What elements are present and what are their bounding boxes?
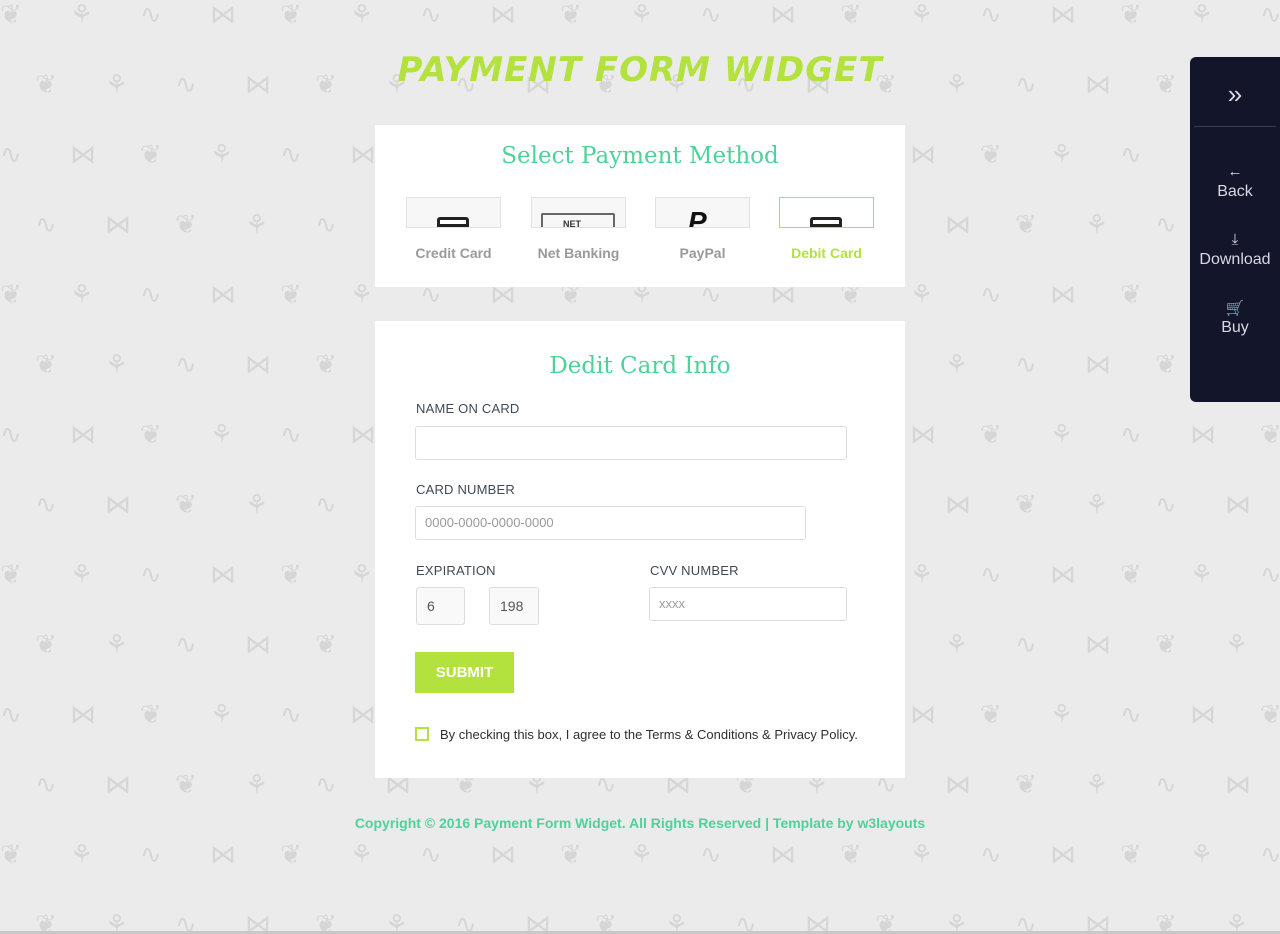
card-info-heading: Dedit Card Info	[549, 353, 731, 379]
footer-copyright: Copyright © 2016 Payment Form Widget. Al…	[354, 815, 926, 831]
terms-checkbox[interactable]	[415, 727, 429, 741]
paypal-icon: P	[655, 197, 750, 228]
method-debit-card[interactable]: Debit Card	[779, 197, 874, 261]
arrow-left-icon: ←	[1227, 163, 1243, 180]
card-number-input[interactable]: 0000-0000-0000-0000	[415, 506, 806, 540]
card-info-form: Dedit Card Info NAME ON CARD CARD NUMBER…	[375, 321, 905, 778]
net-banking-icon: NET	[531, 197, 626, 228]
side-download-button[interactable]: ⤓ Download	[1190, 231, 1280, 269]
method-label: PayPal	[679, 245, 726, 261]
payment-method-card: Select Payment Method Credit Card NET Ne…	[375, 125, 905, 287]
terms-text: By checking this box, I agree to the Ter…	[440, 727, 858, 742]
method-paypal[interactable]: P PayPal	[655, 197, 750, 261]
side-buy-label: Buy	[1221, 319, 1249, 336]
payment-method-list: Credit Card NET Net Banking P PayPal Deb…	[406, 197, 874, 267]
debit-card-icon	[779, 197, 874, 228]
expiration-year-input[interactable]: 198	[489, 587, 539, 625]
payment-method-heading: Select Payment Method	[501, 143, 779, 169]
side-panel: » ← Back ⤓ Download 🛒 Buy	[1190, 57, 1280, 402]
side-back-label: Back	[1217, 183, 1253, 200]
expiration-month-input[interactable]: 6	[416, 587, 465, 625]
method-label: Net Banking	[537, 245, 620, 261]
card-number-label: CARD NUMBER	[416, 482, 515, 497]
side-back-button[interactable]: ← Back	[1190, 163, 1280, 201]
terms-agreement: By checking this box, I agree to the Ter…	[415, 727, 858, 742]
submit-button[interactable]: SUBMIT	[415, 652, 514, 693]
name-on-card-input[interactable]	[415, 426, 847, 460]
download-icon: ⤓	[1231, 231, 1239, 248]
page-title: PAYMENT FORM WIDGET	[397, 50, 883, 90]
method-label: Debit Card	[791, 245, 862, 261]
cart-icon: 🛒	[1225, 300, 1245, 317]
method-credit-card[interactable]: Credit Card	[406, 197, 501, 261]
credit-card-icon	[406, 197, 501, 228]
name-on-card-label: NAME ON CARD	[416, 401, 520, 416]
cvv-input[interactable]: xxxx	[649, 587, 847, 621]
method-label: Credit Card	[415, 245, 492, 261]
side-download-label: Download	[1199, 251, 1271, 268]
side-buy-button[interactable]: 🛒 Buy	[1190, 299, 1280, 337]
cvv-label: CVV NUMBER	[650, 563, 739, 578]
double-chevron-right-icon[interactable]: »	[1190, 79, 1280, 110]
method-net-banking[interactable]: NET Net Banking	[531, 197, 626, 261]
expiration-label: EXPIRATION	[416, 563, 496, 578]
side-divider	[1194, 126, 1276, 127]
